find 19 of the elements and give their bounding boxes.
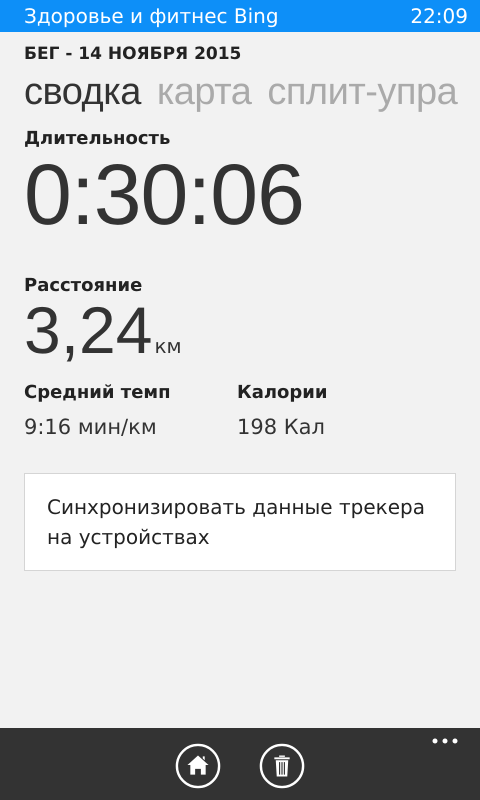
app-title: Здоровье и фитнес Bing xyxy=(24,4,279,28)
clock-time: 22:09 xyxy=(410,4,468,28)
stat-value: 198 Кал xyxy=(237,415,325,439)
sync-button[interactable]: Синхронизировать данные трекера на устройствах xyxy=(24,473,456,571)
stat-value: 9:16 мин/км xyxy=(24,415,157,439)
stat-label: Средний темп xyxy=(24,382,171,403)
stat-label: Калории xyxy=(237,382,328,403)
distance-label: Расстояние xyxy=(24,275,142,296)
delete-button[interactable] xyxy=(259,743,305,789)
page-title: БЕГ - 14 НОЯБРЯ 2015 xyxy=(24,44,242,64)
home-icon xyxy=(175,743,221,789)
distance-unit: км xyxy=(154,334,182,358)
home-button[interactable] xyxy=(175,743,221,789)
trash-icon xyxy=(259,743,305,789)
distance-value: 3,24 xyxy=(24,298,152,362)
duration-label: Длительность xyxy=(24,128,170,149)
pivot-tab[interactable]: сводка xyxy=(24,68,141,116)
more-icon[interactable] xyxy=(432,738,458,744)
duration-value: 0:30:06 xyxy=(24,155,304,235)
